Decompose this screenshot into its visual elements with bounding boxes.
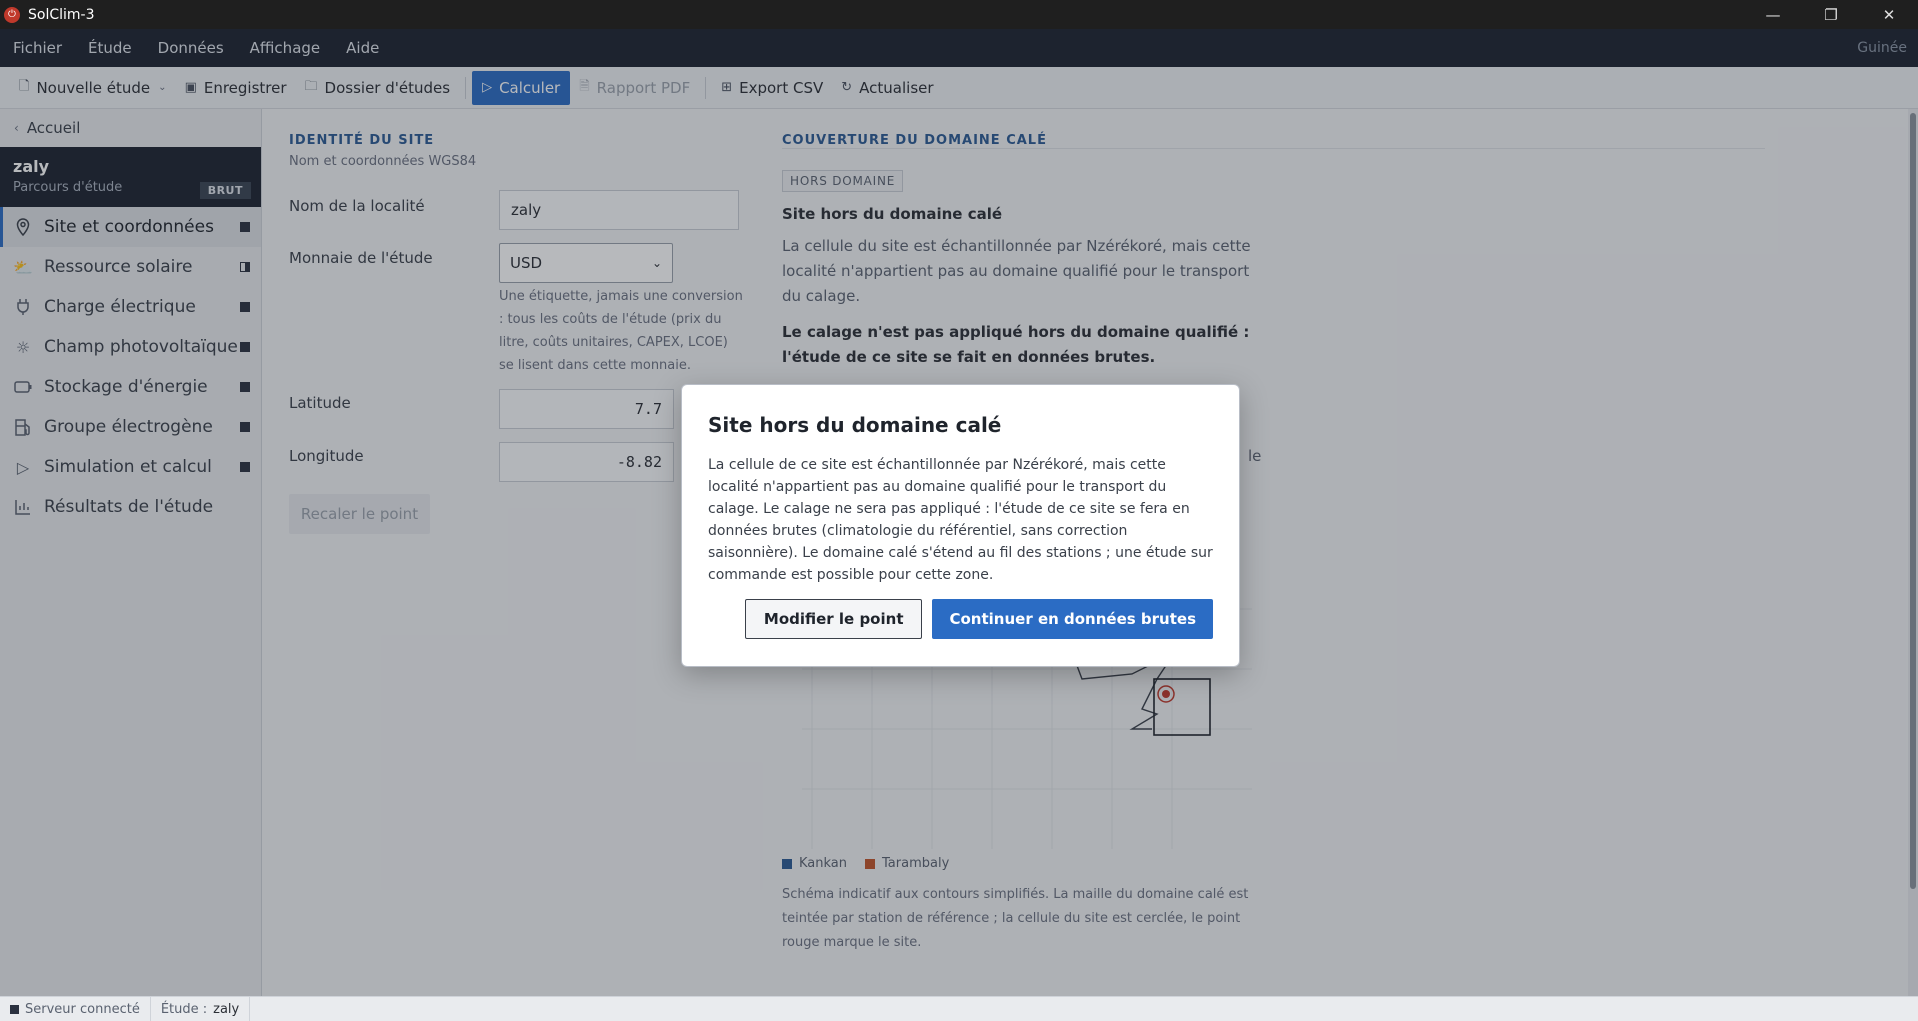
dialog-title: Site hors du domaine calé xyxy=(708,413,1002,437)
server-status-label: Serveur connecté xyxy=(25,1001,140,1017)
continue-raw-data-button[interactable]: Continuer en données brutes xyxy=(932,599,1213,639)
window-title: SolClim-3 xyxy=(28,6,95,23)
study-name-status: zaly xyxy=(213,1001,240,1017)
title-bar: ⏻ SolClim-3 — ❐ ✕ xyxy=(0,0,1918,29)
out-of-domain-dialog: Site hors du domaine calé La cellule de … xyxy=(681,384,1240,667)
modify-point-button[interactable]: Modifier le point xyxy=(744,599,923,639)
server-status: Serveur connecté xyxy=(0,996,151,1021)
connection-indicator-icon xyxy=(10,1004,19,1014)
app-logo-icon: ⏻ xyxy=(4,6,20,23)
dialog-message: La cellule de ce site est échantillonnée… xyxy=(708,457,1213,583)
close-button[interactable]: ✕ xyxy=(1860,0,1918,29)
maximize-button[interactable]: ❐ xyxy=(1802,0,1860,29)
minimize-button[interactable]: — xyxy=(1744,0,1802,29)
study-prefix: Étude : xyxy=(160,1001,208,1017)
current-study-status: Étude : zaly xyxy=(151,996,251,1021)
status-bar: Serveur connecté Étude : zaly xyxy=(0,996,1918,1021)
